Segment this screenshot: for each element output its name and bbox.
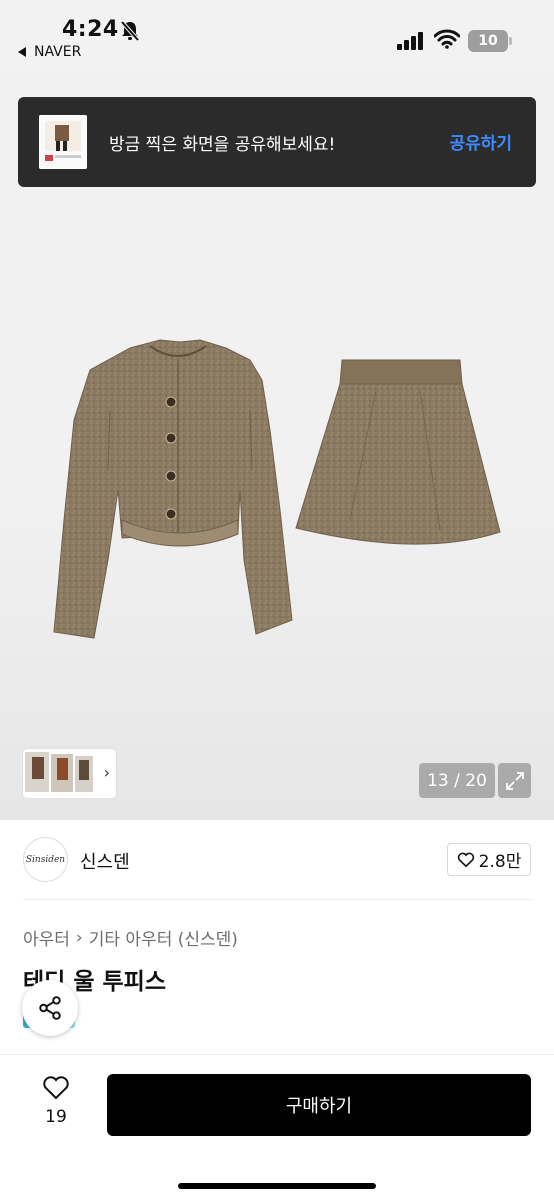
seller-name[interactable]: 신스덴 [80,848,130,874]
seller-like-count: 2.8만 [478,852,522,872]
status-time: 4:24 [62,17,119,42]
seller-like-button[interactable]: 2.8만 [447,843,531,876]
jacket-illustration [53,339,293,639]
breadcrumb-subcategory[interactable]: 기타 아우터 (신스덴) [89,925,238,950]
gallery-thumbnails [25,752,93,792]
expand-icon [505,771,524,790]
battery-icon: 10 [468,30,512,52]
wishlist-button[interactable]: 19 [28,1075,84,1139]
home-indicator [178,1183,376,1189]
divider [23,899,531,900]
breadcrumb: 아우터 › 기타 아우터 (신스덴) [23,925,238,951]
chevron-right-icon: › [75,927,83,948]
screenshot-share-banner[interactable]: 방금 찍은 화면을 공유해보세요! 공유하기 [18,97,536,187]
share-icon [39,996,61,1020]
heart-icon [43,1076,69,1100]
share-banner-action-button[interactable]: 공유하기 [449,129,512,154]
buy-button[interactable]: 구매하기 [107,1074,531,1136]
screenshot-thumbnail [39,115,87,169]
back-triangle-icon [18,47,26,57]
share-button[interactable] [22,980,78,1036]
bottom-action-bar: 19 구매하기 [0,1054,554,1200]
status-bar: 4:24 NAVER 10 [0,0,554,70]
share-banner-text: 방금 찍은 화면을 공유해보세요! [109,135,336,155]
bell-slash-icon [120,20,140,42]
chevron-right-icon: › [103,763,110,782]
back-to-app-link[interactable]: NAVER [18,44,81,60]
cellular-signal-icon [397,32,423,50]
product-photo [53,339,501,639]
skirt-illustration [295,359,501,545]
breadcrumb-category[interactable]: 아우터 [23,925,70,950]
expand-image-button[interactable] [498,763,531,798]
wifi-icon [434,29,460,49]
seller-avatar[interactable]: Sinsiden [23,837,68,882]
gallery-thumbnail-strip[interactable]: › [23,749,116,798]
wishlist-count: 19 [45,1107,67,1127]
heart-icon [457,852,474,867]
image-counter: 13 / 20 [419,763,495,798]
back-app-label: NAVER [34,44,82,60]
